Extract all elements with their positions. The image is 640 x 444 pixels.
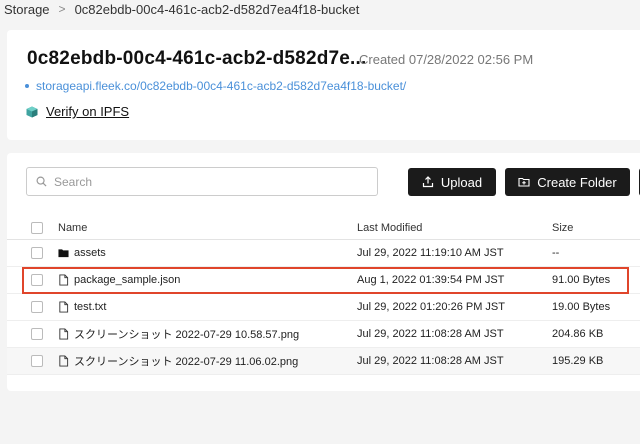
row-size: 19.00 Bytes [552,301,611,313]
bucket-title: 0c82ebdb-00c4-461c-acb2-d582d7e... [27,48,367,69]
select-all-checkbox-cell[interactable] [31,221,43,234]
row-checkbox[interactable] [31,328,43,340]
search-box[interactable] [26,167,378,196]
row-name[interactable]: test.txt [58,301,106,313]
breadcrumb-storage[interactable]: Storage [4,2,50,17]
column-name-header[interactable]: Name [58,222,87,234]
bucket-url-link[interactable]: storageapi.fleek.co/0c82ebdb-00c4-461c-a… [36,79,406,93]
file-icon [59,355,69,367]
files-table: Name Last Modified Size assets Jul 29, 2… [7,216,640,375]
row-checkbox-cell[interactable] [31,274,43,286]
row-modified: Jul 29, 2022 01:20:26 PM JST [357,301,505,313]
folder-plus-icon [518,177,530,187]
table-row[interactable]: assets Jul 29, 2022 11:19:10 AM JST -- [7,240,640,267]
table-header: Name Last Modified Size [7,216,640,240]
create-folder-button[interactable]: Create Folder [505,168,630,196]
row-checkbox[interactable] [31,247,43,259]
row-name-label: package_sample.json [74,274,181,286]
column-size-header[interactable]: Size [552,222,573,234]
row-checkbox-cell[interactable] [31,247,43,259]
cube-icon [26,106,38,117]
row-name[interactable]: assets [58,247,106,259]
table-row[interactable]: スクリーンショット 2022-07-29 11.06.02.png Jul 29… [7,348,640,375]
bucket-header-card: 0c82ebdb-00c4-461c-acb2-d582d7e... Creat… [7,30,640,140]
row-name[interactable]: スクリーンショット 2022-07-29 10.58.57.png [58,326,299,342]
row-size: 91.00 Bytes [552,274,611,286]
row-name-label: test.txt [74,301,107,313]
row-name-label: スクリーンショット 2022-07-29 10.58.57.png [74,329,300,341]
files-card: Upload Create Folder Name Last Modified … [7,153,640,391]
select-all-checkbox[interactable] [31,221,43,234]
chevron-right-icon: > [58,2,66,16]
table-row[interactable]: package_sample.json Aug 1, 2022 01:39:54… [7,267,640,294]
folder-icon [58,249,69,258]
row-modified: Jul 29, 2022 11:19:10 AM JST [357,247,504,259]
breadcrumb: Storage > 0c82ebdb-00c4-461c-acb2-d582d7… [0,0,640,18]
created-date: Created 07/28/2022 02:56 PM [359,52,534,67]
row-name-label: assets [74,247,106,259]
row-checkbox[interactable] [31,274,43,286]
upload-button[interactable]: Upload [408,168,496,196]
row-checkbox-cell[interactable] [31,328,43,340]
table-row[interactable]: スクリーンショット 2022-07-29 10.58.57.png Jul 29… [7,321,640,348]
column-modified-header[interactable]: Last Modified [357,222,422,234]
upload-icon [422,176,433,188]
row-name[interactable]: スクリーンショット 2022-07-29 11.06.02.png [58,353,298,369]
row-name[interactable]: package_sample.json [58,274,180,286]
row-checkbox-cell[interactable] [31,301,43,313]
create-folder-label: Create Folder [537,174,617,190]
file-icon [59,301,69,313]
upload-label: Upload [440,174,483,190]
row-checkbox[interactable] [31,301,43,313]
row-modified: Jul 29, 2022 11:08:28 AM JST [357,328,504,340]
row-modified: Aug 1, 2022 01:39:54 PM JST [357,274,505,286]
row-name-label: スクリーンショット 2022-07-29 11.06.02.png [74,356,299,368]
bullet-icon [25,84,29,88]
file-icon [59,274,69,286]
verify-ipfs-link[interactable]: Verify on IPFS [46,104,129,119]
verify-ipfs-row[interactable]: Verify on IPFS [26,104,129,119]
file-icon [59,328,69,340]
row-checkbox-cell[interactable] [31,355,43,367]
row-size: 204.86 KB [552,328,604,340]
table-row[interactable]: test.txt Jul 29, 2022 01:20:26 PM JST 19… [7,294,640,321]
search-icon [36,176,47,187]
row-checkbox[interactable] [31,355,43,367]
breadcrumb-current: 0c82ebdb-00c4-461c-acb2-d582d7ea4f18-buc… [74,1,360,17]
bucket-url-row[interactable]: storageapi.fleek.co/0c82ebdb-00c4-461c-a… [25,79,406,93]
row-size: 195.29 KB [552,355,604,367]
row-size: -- [552,247,560,259]
search-input[interactable] [54,174,344,189]
row-modified: Jul 29, 2022 11:08:28 AM JST [357,355,504,367]
